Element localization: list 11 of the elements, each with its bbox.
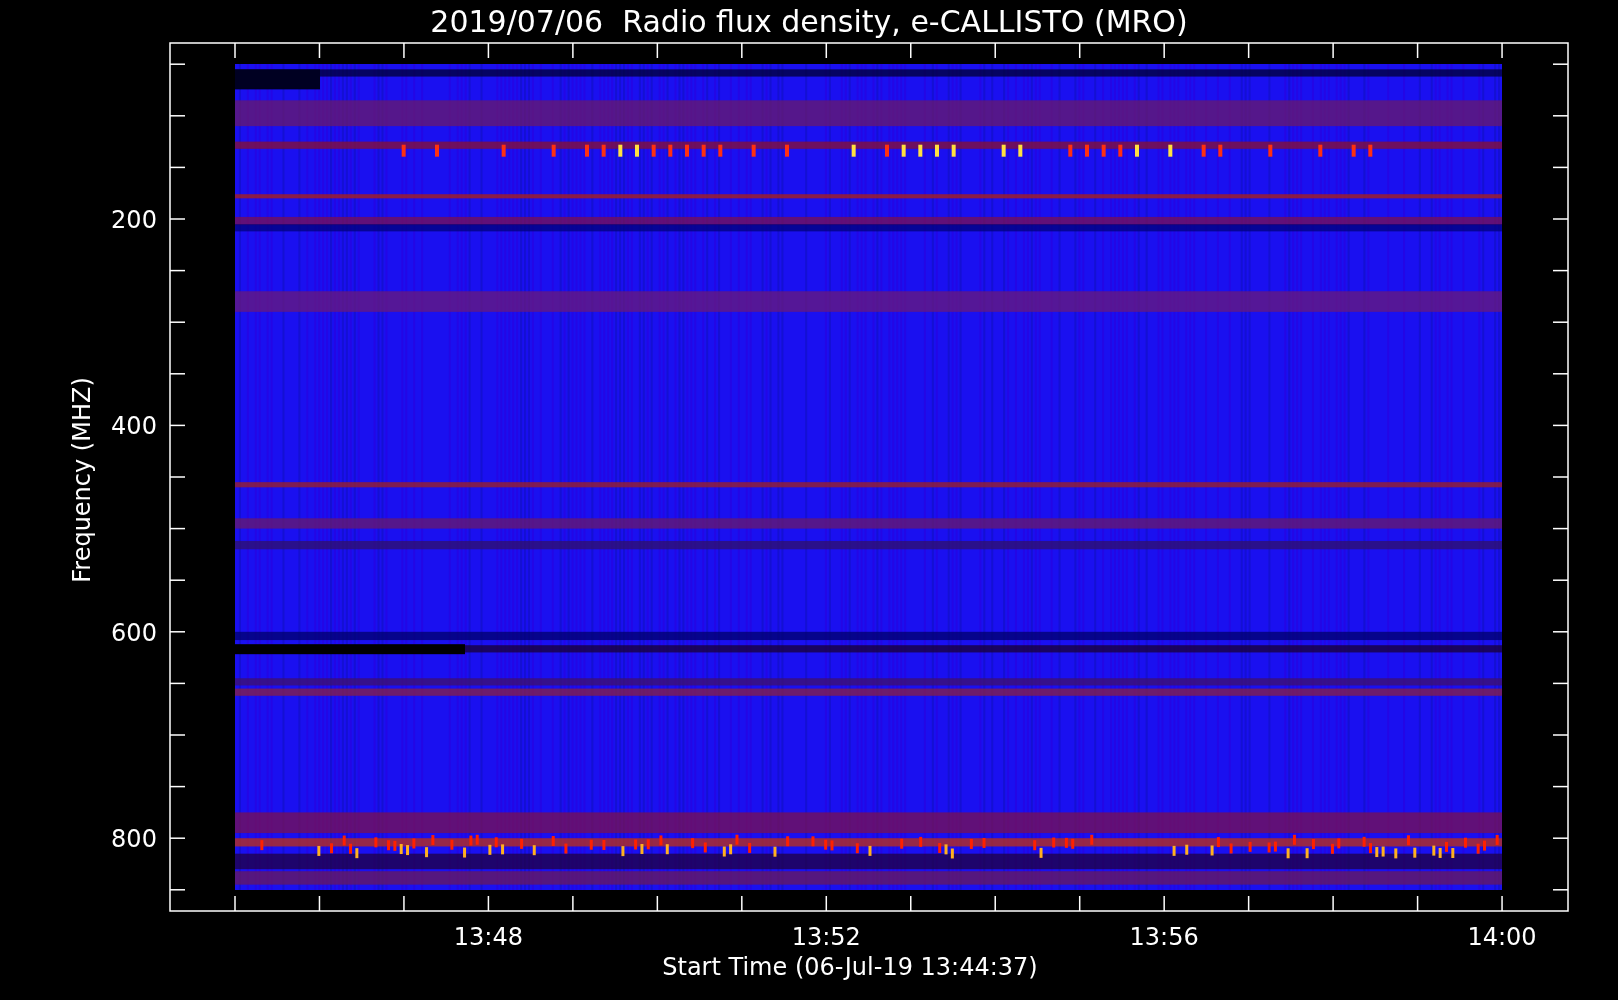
axis-title: Frequency (MHZ) xyxy=(68,377,96,583)
tick-label: 200 xyxy=(111,206,157,234)
axis-title: Start Time (06-Jul-19 13:44:37) xyxy=(662,953,1038,981)
tick-label: 600 xyxy=(111,618,157,647)
tick-label: 14:00 xyxy=(1467,923,1537,951)
tick-label: 13:56 xyxy=(1129,923,1199,951)
plot-title: 2019/07/06 Radio flux density, e-CALLISTO (MRO) xyxy=(430,4,1188,39)
tick-label: 800 xyxy=(111,825,157,854)
tick-label: 13:52 xyxy=(791,923,861,951)
tick-label: 400 xyxy=(111,412,157,441)
tick-label: 13:48 xyxy=(453,923,523,951)
